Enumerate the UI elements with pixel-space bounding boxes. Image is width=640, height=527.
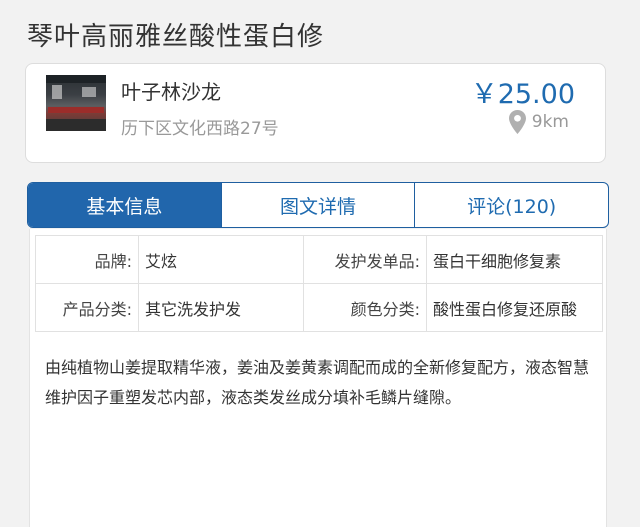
shop-thumbnail [46,75,106,131]
tab-basic-info[interactable]: 基本信息 [28,183,221,227]
shop-card[interactable]: 叶子林沙龙 历下区文化西路27号 ￥25.00 9km [25,63,606,163]
page-title: 琴叶高丽雅丝酸性蛋白修 [27,22,325,52]
product-type-value: 蛋白干细胞修复素 [426,235,603,284]
category-value: 其它洗发护发 [138,283,304,332]
tab-reviews[interactable]: 评论(120) [414,183,608,227]
color-label: 颜色分类: [303,283,427,332]
product-type-label: 发护发单品: [303,235,427,284]
shop-address: 历下区文化西路27号 [121,119,279,139]
color-value: 酸性蛋白修复还原酸 [426,283,603,332]
shop-name: 叶子林沙龙 [121,80,221,104]
table-row: 品牌: 艾炫 发护发单品: 蛋白干细胞修复素 [35,235,603,284]
location-pin-icon [508,110,526,134]
shop-distance: 9km [508,110,569,134]
content-panel: 品牌: 艾炫 发护发单品: 蛋白干细胞修复素 产品分类: 其它洗发护发 颜色分类… [29,229,607,527]
table-row: 产品分类: 其它洗发护发 颜色分类: 酸性蛋白修复还原酸 [35,283,603,332]
product-description: 由纯植物山姜提取精华液，姜油及姜黄素调配而成的全新修复配方，液态智慧维护因子重塑… [45,358,590,407]
category-label: 产品分类: [35,283,139,332]
brand-label: 品牌: [35,235,139,284]
attributes-table: 品牌: 艾炫 发护发单品: 蛋白干细胞修复素 产品分类: 其它洗发护发 颜色分类… [35,235,603,332]
distance-text: 9km [531,112,569,132]
shop-price: ￥25.00 [470,79,575,110]
tab-bar: 基本信息 图文详情 评论(120) [27,182,609,228]
brand-value: 艾炫 [138,235,304,284]
tab-details[interactable]: 图文详情 [220,183,415,227]
